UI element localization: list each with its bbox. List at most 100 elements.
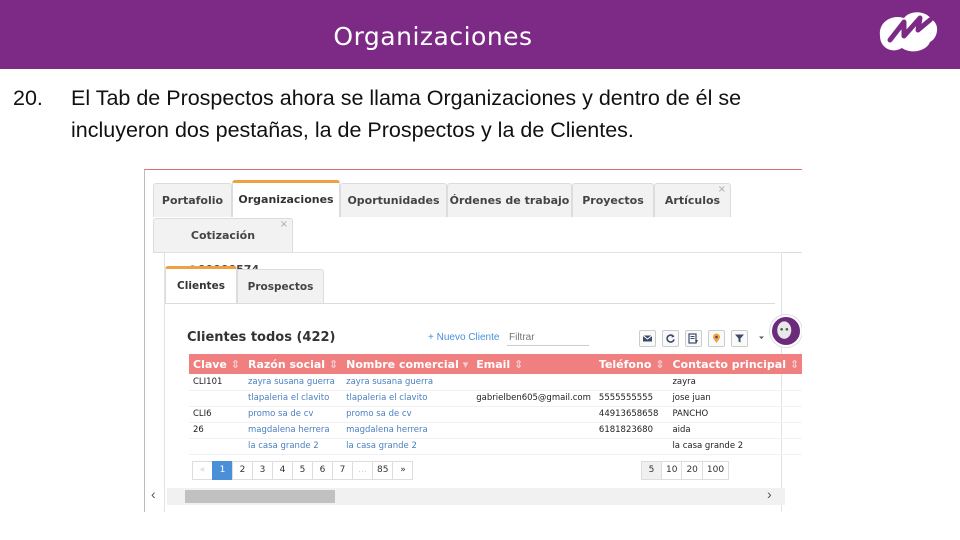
cell-nombre-comercial[interactable]: zayra susana guerra bbox=[342, 374, 473, 391]
map-pin-icon bbox=[713, 333, 720, 343]
grid-title: Clientes todos (422) bbox=[187, 330, 336, 345]
column-header[interactable]: Teléfono ⇕ bbox=[594, 354, 669, 374]
cell-razon-social[interactable]: zayra susana guerra bbox=[243, 374, 343, 391]
cell-nombre-comercial[interactable]: tlapaleria el clavito bbox=[342, 390, 473, 407]
page-size-button[interactable]: 10 bbox=[661, 461, 683, 480]
cell-telefono: 44913658658 bbox=[594, 406, 669, 423]
export-button[interactable] bbox=[685, 330, 702, 347]
page-button[interactable]: 2 bbox=[232, 461, 253, 480]
tab-label: Portafolio bbox=[161, 194, 224, 207]
tab-oportunidades[interactable]: Oportunidades bbox=[340, 183, 447, 217]
mail-button[interactable] bbox=[639, 330, 656, 347]
column-header[interactable]: Clave ⇕ bbox=[189, 354, 244, 374]
cell-razon-social[interactable]: tlapaleria el clavito bbox=[243, 390, 343, 407]
cell-contacto: zayra bbox=[668, 374, 802, 391]
table-row[interactable]: CLI6 promo sa de cv promo sa de cv 44913… bbox=[189, 406, 802, 423]
cell-clave: 26 bbox=[189, 422, 244, 439]
cell-nombre-comercial[interactable]: magdalena herrera bbox=[342, 422, 473, 439]
scroll-left-button[interactable]: ‹ bbox=[151, 486, 156, 502]
tab-portafolio[interactable]: Portafolio bbox=[153, 183, 232, 217]
map-button[interactable] bbox=[708, 330, 725, 347]
tab-label: Proyectos bbox=[582, 194, 644, 207]
cell-razon-social[interactable]: la casa grande 2 bbox=[243, 438, 343, 455]
page-button[interactable]: 7 bbox=[332, 461, 353, 480]
cell-razon-social[interactable]: promo sa de cv bbox=[243, 406, 343, 423]
tab-articulos[interactable]: Artículos × bbox=[654, 183, 731, 217]
column-label: Clave bbox=[193, 357, 227, 371]
column-label: Nombre comercial bbox=[346, 357, 459, 371]
page-size-button[interactable]: 20 bbox=[681, 461, 703, 480]
cell-clave bbox=[189, 438, 244, 455]
cell-clave: CLI101 bbox=[189, 374, 244, 391]
tab-label: Artículos bbox=[664, 194, 721, 207]
table-header-row: Clave ⇕ Razón social ⇕ Nombre comercial … bbox=[189, 354, 802, 374]
column-header[interactable]: Razón social ⇕ bbox=[243, 354, 343, 374]
column-header[interactable]: Contacto principal ⇕ bbox=[668, 354, 802, 374]
tab-cotizacion[interactable]: Cotización @00000574× bbox=[153, 218, 293, 276]
cell-email bbox=[472, 406, 595, 423]
page-button[interactable]: 1 bbox=[212, 461, 233, 480]
step-number: 20. bbox=[13, 86, 43, 110]
cell-contacto: aida bbox=[668, 422, 802, 439]
pagination: « 1 2 3 4 5 6 7 ... 85 » bbox=[192, 461, 414, 480]
page-ellipsis: ... bbox=[352, 461, 373, 480]
cell-clave bbox=[189, 390, 244, 407]
tab-prospectos[interactable]: Prospectos bbox=[237, 269, 324, 303]
column-header[interactable]: Nombre comercial ▾ bbox=[342, 354, 473, 374]
step-line-2: incluyeron dos pestañas, la de Prospecto… bbox=[71, 118, 634, 142]
page-button[interactable]: 6 bbox=[312, 461, 333, 480]
cell-telefono bbox=[594, 374, 669, 391]
tab-clientes[interactable]: Clientes bbox=[165, 266, 237, 303]
page-size-selector: 5 10 20 100 bbox=[641, 461, 730, 480]
filter-input[interactable] bbox=[507, 329, 589, 346]
export-icon bbox=[688, 333, 698, 344]
tab-label: Prospectos bbox=[247, 281, 314, 293]
filter-button[interactable] bbox=[731, 330, 748, 347]
page-button[interactable]: 5 bbox=[292, 461, 313, 480]
scroll-thumb[interactable] bbox=[185, 490, 335, 503]
scroll-right-button[interactable]: › bbox=[767, 486, 772, 502]
funnel-icon bbox=[735, 334, 744, 343]
chevron-down-icon bbox=[759, 336, 764, 339]
page-size-button[interactable]: 100 bbox=[701, 461, 730, 480]
close-icon[interactable]: × bbox=[718, 173, 726, 207]
cell-email bbox=[472, 422, 595, 439]
page-button[interactable]: 4 bbox=[272, 461, 293, 480]
robot-face-icon bbox=[777, 321, 792, 339]
cell-telefono: 6181823680 bbox=[594, 422, 669, 439]
table-row[interactable]: tlapaleria el clavito tlapaleria el clav… bbox=[189, 390, 802, 407]
page-button[interactable]: 85 bbox=[372, 461, 394, 480]
avatar[interactable] bbox=[770, 315, 802, 347]
cell-email bbox=[472, 374, 595, 391]
new-client-button[interactable]: + Nuevo Cliente bbox=[428, 332, 499, 343]
refresh-button[interactable] bbox=[662, 330, 679, 347]
cell-telefono bbox=[594, 438, 669, 455]
brand-logo-icon bbox=[879, 12, 938, 52]
tab-label: Oportunidades bbox=[347, 194, 440, 207]
cell-razon-social[interactable]: magdalena herrera bbox=[243, 422, 343, 439]
column-label: Contacto principal bbox=[672, 357, 787, 371]
column-label: Email bbox=[476, 357, 511, 371]
table-row[interactable]: la casa grande 2 la casa grande 2 la cas… bbox=[189, 438, 802, 455]
more-options-button[interactable] bbox=[754, 330, 771, 347]
tab-ordenes-de-trabajo[interactable]: Órdenes de trabajo bbox=[447, 183, 572, 217]
table-row[interactable]: 26 magdalena herrera magdalena herrera 6… bbox=[189, 422, 802, 439]
clients-table: Clave ⇕ Razón social ⇕ Nombre comercial … bbox=[189, 354, 802, 455]
page-size-button[interactable]: 5 bbox=[641, 461, 662, 480]
tab-label: Organizaciones bbox=[238, 193, 334, 206]
close-icon[interactable]: × bbox=[280, 208, 288, 242]
table-row[interactable]: CLI101 zayra susana guerra zayra susana … bbox=[189, 374, 802, 391]
tab-proyectos[interactable]: Proyectos bbox=[572, 183, 654, 217]
cell-email bbox=[472, 438, 595, 455]
page-button[interactable]: 3 bbox=[252, 461, 273, 480]
column-header[interactable]: Email ⇕ bbox=[472, 354, 595, 374]
cell-clave: CLI6 bbox=[189, 406, 244, 423]
step-text: El Tab de Prospectos ahora se llama Orga… bbox=[71, 82, 851, 146]
cell-nombre-comercial[interactable]: promo sa de cv bbox=[342, 406, 473, 423]
cell-contacto: la casa grande 2 bbox=[668, 438, 802, 455]
next-page-button[interactable]: » bbox=[392, 461, 414, 480]
horizontal-scrollbar[interactable] bbox=[167, 488, 785, 505]
cell-nombre-comercial[interactable]: la casa grande 2 bbox=[342, 438, 473, 455]
tab-label: Clientes bbox=[177, 280, 225, 292]
prev-page-button[interactable]: « bbox=[192, 461, 213, 480]
